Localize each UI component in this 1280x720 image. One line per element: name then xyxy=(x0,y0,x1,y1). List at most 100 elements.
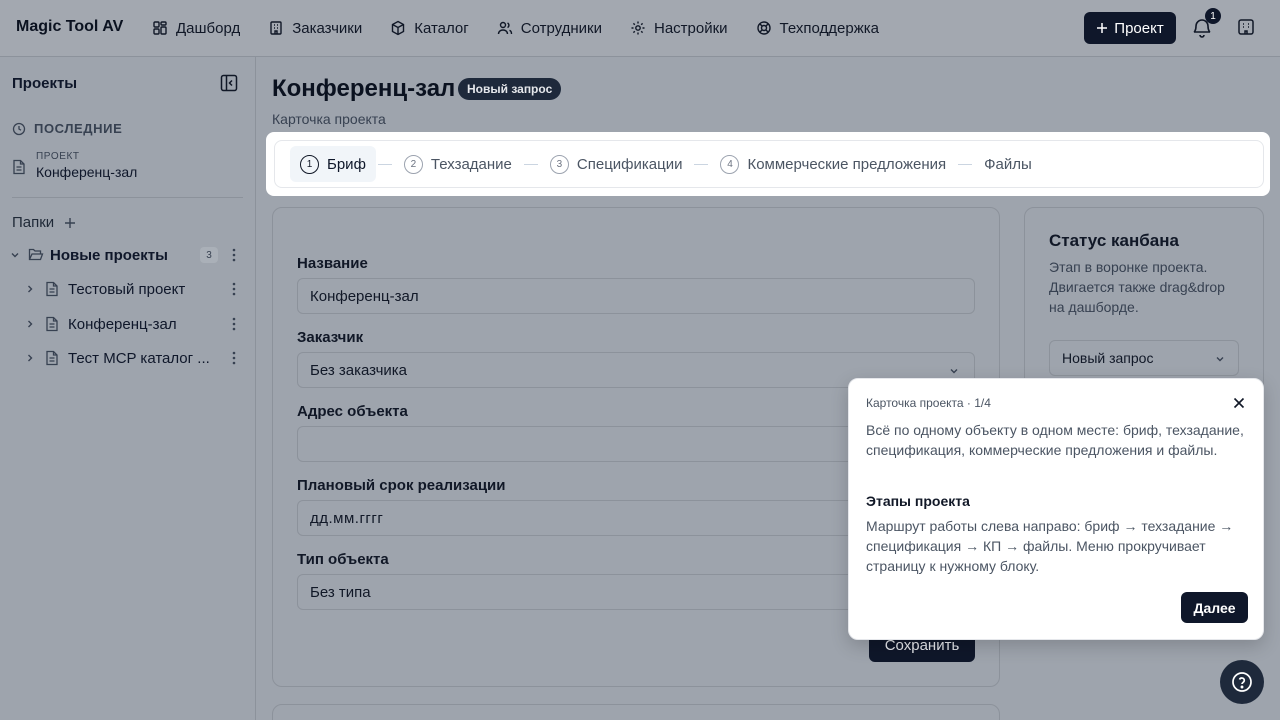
folder-name: Новые проекты xyxy=(50,246,168,264)
kanban-status-select[interactable]: Новый запрос xyxy=(1049,340,1239,376)
more-vertical-icon[interactable] xyxy=(232,351,236,365)
project-stepper: 1 Бриф 2 Техзадание 3 Спецификации 4 Ком… xyxy=(274,140,1264,188)
box-icon xyxy=(392,20,405,36)
step-separator xyxy=(523,163,538,165)
close-icon[interactable] xyxy=(1232,396,1246,410)
customer-label: Заказчик xyxy=(297,329,364,346)
chevron-down-icon[interactable] xyxy=(9,249,21,261)
chevron-down-icon xyxy=(1216,357,1224,362)
new-project-label: Проект xyxy=(1114,19,1164,37)
onboarding-popover: Карточка проекта · 1/4 Всё по одному объ… xyxy=(848,378,1264,640)
nav-label: Техподдержка xyxy=(779,19,879,37)
step-number: 1 xyxy=(300,154,319,174)
step-label: Коммерческие предложения xyxy=(747,155,947,173)
nav-item-support[interactable]: Техподдержка xyxy=(756,20,879,37)
gear-icon xyxy=(631,21,645,35)
document-icon xyxy=(13,159,25,175)
building-icon xyxy=(270,21,282,35)
object-type-label: Тип объекта xyxy=(297,551,389,568)
add-folder-icon[interactable] xyxy=(64,217,76,229)
recent-section-header: ПОСЛЕДНИЕ xyxy=(12,121,122,136)
more-vertical-icon[interactable] xyxy=(232,317,236,331)
users-icon xyxy=(497,21,512,35)
tour-step-counter: Карточка проекта · 1/4 xyxy=(866,396,991,410)
folder-row[interactable]: Новые проекты 3 xyxy=(0,239,256,271)
help-button[interactable] xyxy=(1220,660,1264,704)
name-label: Название xyxy=(297,255,368,272)
nav-item-employees[interactable]: Сотрудники xyxy=(497,20,602,37)
step-separator xyxy=(694,163,709,165)
name-input[interactable]: Конференц-зал xyxy=(297,278,975,314)
help-circle-icon xyxy=(1232,672,1252,692)
step-label: Спецификации xyxy=(576,155,683,173)
address-label: Адрес объекта xyxy=(297,403,408,420)
tree-project-label: Тестовый проект xyxy=(68,280,186,298)
nav-item-customers[interactable]: Заказчики xyxy=(268,20,362,37)
nav-label: Каталог xyxy=(414,19,469,37)
customer-value: Без заказчика xyxy=(310,361,407,379)
chevron-down-icon xyxy=(950,369,958,374)
page-title: Конференц-зал xyxy=(272,75,456,102)
tree-project-label: Конференц-зал xyxy=(68,315,177,333)
deadline-placeholder: дд.мм.гггг xyxy=(310,509,384,527)
step-specifications[interactable]: 3 Спецификации xyxy=(540,146,693,182)
step-number: 2 xyxy=(403,154,423,174)
folder-open-icon xyxy=(28,248,44,261)
organization-icon[interactable] xyxy=(1236,17,1256,37)
recent-item-name: Конференц-зал xyxy=(36,164,138,180)
lifebuoy-icon xyxy=(756,21,771,35)
tree-project-row[interactable]: Конференц-зал xyxy=(0,308,256,340)
object-type-value: Без типа xyxy=(310,583,371,601)
nav-item-catalog[interactable]: Каталог xyxy=(390,20,469,37)
deadline-label: Плановый срок реализации xyxy=(297,477,506,494)
step-brief[interactable]: 1 Бриф xyxy=(290,146,376,182)
nav-label: Дашборд xyxy=(176,19,241,37)
more-vertical-icon[interactable] xyxy=(232,248,236,262)
tour-text: Всё по одному объекту в одном месте: бри… xyxy=(866,422,1244,458)
step-separator xyxy=(377,163,392,165)
tree-project-row[interactable]: Тестовый проект xyxy=(0,273,256,305)
step-files[interactable]: Файлы xyxy=(974,146,1042,182)
new-project-button[interactable]: Проект xyxy=(1084,12,1176,44)
tour-heading: Этапы проекта xyxy=(866,493,970,509)
kanban-status-value: Новый запрос xyxy=(1062,350,1154,366)
tree-project-row[interactable]: Тест MCP каталог ... xyxy=(0,342,256,374)
sidebar-title: Проекты xyxy=(12,75,78,92)
dashboard-icon xyxy=(153,21,167,35)
nav-label: Настройки xyxy=(653,19,728,37)
tree-project-label: Тест MCP каталог ... xyxy=(68,349,210,367)
sidebar-collapse-icon[interactable] xyxy=(220,74,238,92)
folders-label: Папки xyxy=(12,214,55,231)
app-logo[interactable]: Magic Tool AV xyxy=(16,18,123,36)
nav-item-dashboard[interactable]: Дашборд xyxy=(152,20,240,37)
nav-item-settings[interactable]: Настройки xyxy=(630,20,728,37)
recent-item-kind: ПРОЕКТ xyxy=(36,151,80,162)
folders-header: Папки xyxy=(12,214,76,231)
recent-label: ПОСЛЕДНИЕ xyxy=(34,121,123,136)
more-vertical-icon[interactable] xyxy=(232,282,236,296)
next-section-card xyxy=(272,704,1000,720)
recent-project-item[interactable]: ПРОЕКТ Конференц-зал xyxy=(12,151,137,180)
plus-icon xyxy=(1097,23,1108,33)
clock-icon xyxy=(12,122,26,135)
step-separator xyxy=(958,163,973,165)
chevron-right-icon[interactable] xyxy=(24,318,36,330)
step-number: 4 xyxy=(720,154,740,174)
sidebar: Проекты ПОСЛЕДНИЕ ПРОЕКТ Конференц-зал П… xyxy=(0,57,256,720)
step-number: 3 xyxy=(549,154,569,174)
step-label: Техзадание xyxy=(430,155,512,173)
top-bar: Magic Tool AV Дашборд Заказчики Каталог … xyxy=(0,0,1280,57)
sidebar-divider xyxy=(12,197,243,198)
step-commercial-offers[interactable]: 4 Коммерческие предложения xyxy=(710,146,956,182)
folder-count-badge: 3 xyxy=(200,247,218,263)
step-tech-spec[interactable]: 2 Техзадание xyxy=(394,146,522,182)
kanban-description: Этап в воронке проекта. Двигается также … xyxy=(1049,259,1225,315)
chevron-right-icon[interactable] xyxy=(24,352,36,364)
document-icon xyxy=(46,350,58,366)
kanban-title: Статус канбана xyxy=(1049,231,1179,250)
step-label: Файлы xyxy=(984,155,1032,173)
document-icon xyxy=(46,316,58,332)
next-button[interactable]: Далее xyxy=(1181,592,1248,623)
status-badge: Новый запрос xyxy=(458,78,562,100)
chevron-right-icon[interactable] xyxy=(24,283,36,295)
